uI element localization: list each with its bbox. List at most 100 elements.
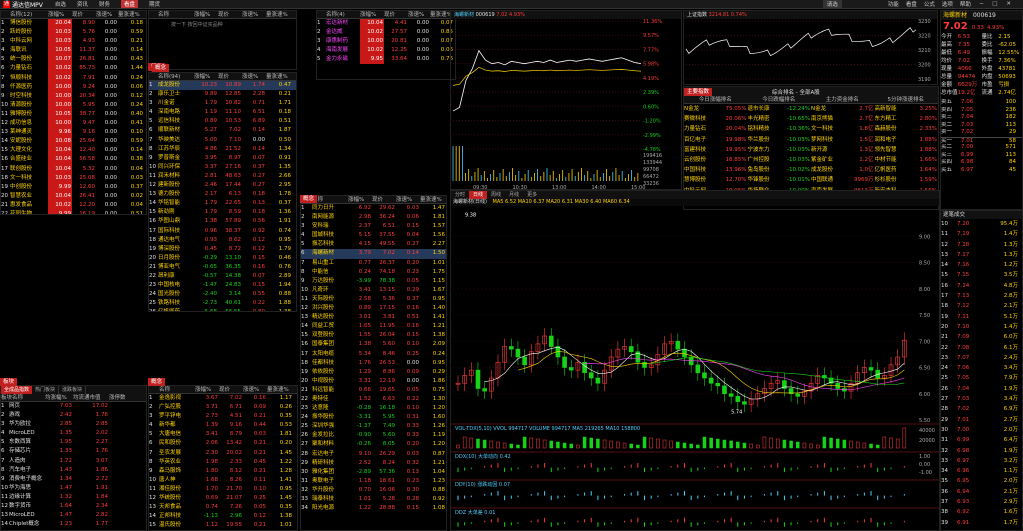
table-row[interactable]: 10 清源股份 10.00 5.95 0.00 0.24 xyxy=(1,100,146,110)
order-row[interactable]: 卖二 7.03 113 xyxy=(941,122,1022,130)
table-row[interactable]: 17 联创股份 10.04 5.32 0.00 0.04 xyxy=(1,164,146,174)
table-row[interactable]: 17 太阳电缆 5.34 8.46 0.25 0.24 xyxy=(301,350,446,359)
table-row[interactable]: 20 智慧农业 10.04 26.41 0.00 0.02 xyxy=(1,191,146,201)
table-row[interactable]: 14 同益工贸 1.65 11.95 0.16 1.21 xyxy=(301,322,446,331)
col-header[interactable]: 涨速% xyxy=(96,11,118,18)
table-row[interactable]: 12 建新股份 2.46 17.44 0.27 2.95 xyxy=(149,181,296,190)
col-header[interactable]: 均流通市值 xyxy=(73,394,109,401)
ranking-col-header[interactable]: 今日跌幅排名 xyxy=(748,96,812,103)
table-row[interactable]: 20 中视股份 3.31 12.19 0.00 1.86 xyxy=(301,377,446,386)
table-row[interactable]: 26 金发拉比 -0.90 5.60 0.33 1.19 xyxy=(301,431,446,440)
table-row[interactable]: 14 Chiplet概念 1.23 1.77 xyxy=(1,520,146,529)
candle[interactable] xyxy=(735,396,741,402)
table-row[interactable]: 22 昂利康 -0.57 14.38 0.07 2.89 xyxy=(149,272,296,281)
ranking-row[interactable]: 力量钻石 20.04% 铭科精技 -10.36% 文一科技 1.8亿 森赫股份 2.33% xyxy=(684,124,938,134)
menu-item-2[interactable]: 公式 xyxy=(924,0,935,8)
table-row[interactable]: 21 惠发食品 10.02 12.20 0.00 0.04 xyxy=(1,200,146,210)
col-header[interactable] xyxy=(149,386,159,393)
nav-item-0[interactable]: 自选 xyxy=(55,0,66,8)
candle[interactable] xyxy=(675,340,681,350)
table-row[interactable]: 29 精研科技 2.52 8.24 0.32 1.21 xyxy=(301,459,446,468)
candle[interactable] xyxy=(588,372,594,379)
candle[interactable] xyxy=(695,364,701,374)
kline-tab-2[interactable]: 周线 xyxy=(487,191,505,199)
col-header[interactable]: 现价 xyxy=(384,11,408,18)
table-row[interactable]: 14 正邦科技 -1.13 2.96 0.12 1.38 xyxy=(149,512,297,521)
table-row[interactable]: 1 金逸影视 3.67 7.02 0.16 1.17 xyxy=(149,394,297,403)
table-row[interactable]: 22 奥特佳 1.52 6.63 0.22 1.30 xyxy=(301,395,446,404)
col-header[interactable]: 量涨速% xyxy=(267,386,293,393)
order-row[interactable]: 卖三 7.04 182 xyxy=(941,114,1022,122)
sector-tab-2[interactable]: 涨跌板块 xyxy=(59,386,87,394)
candle[interactable] xyxy=(795,393,801,397)
table-row[interactable]: 34 阳光电源 1.22 28.88 0.15 1.08 xyxy=(301,504,446,513)
table-row[interactable]: 4 海南发展 10.02 12.25 0.00 0.06 xyxy=(317,46,455,56)
table-row[interactable]: 5 大唐电信 3.41 8.79 0.03 1.81 xyxy=(149,430,297,439)
ranking-row[interactable]: 赛微科技 20.06% 丰光精密 -10.65% 南京熊猫 2.7亿 东方精工 2.80% xyxy=(684,114,938,124)
table-row[interactable]: 8 江苏华辰 4.86 21.52 0.14 1.34 xyxy=(149,145,296,154)
kline-panel[interactable]: 分时 日线 周线 月线 更多 海螺新材(日线) MA5 6.52 MA10 6.37 M… xyxy=(450,190,940,531)
col-header[interactable]: 涨幅% xyxy=(48,11,72,18)
menu-item-1[interactable]: 看盘 xyxy=(906,0,917,8)
table-row[interactable]: 2 南网能源 2.98 36.24 0.06 1.81 xyxy=(301,213,446,222)
table-row[interactable]: 9 时空科技 10.00 20.34 0.00 0.12 xyxy=(1,91,146,101)
table-row[interactable]: 10 同兴环保 3.37 27.16 0.37 1.35 xyxy=(149,163,296,172)
ranking-row[interactable]: 慧博股份 12.70% 华锋股份 -10.01% 中国联通 9969万 杉杉股份 1.59% xyxy=(684,175,938,185)
table-row[interactable]: 8 仟源医药 10.00 9.24 0.00 0.06 xyxy=(1,82,146,92)
table-row[interactable]: 19 博深股份 0.45 8.72 0.12 1.79 xyxy=(149,245,296,254)
table-row[interactable]: 6 存储芯片 1.33 1.76 xyxy=(1,447,146,456)
table-row[interactable]: 11 润禾材料 2.81 48.63 0.27 2.66 xyxy=(149,172,296,181)
col-header[interactable]: 量涨速% xyxy=(420,196,446,203)
candle[interactable] xyxy=(728,393,734,397)
candle[interactable] xyxy=(568,367,574,371)
table-row[interactable]: 7 人造肉 1.72 3.07 xyxy=(1,457,146,466)
table-row[interactable]: 16 华图山鼎 1.38 57.89 0.56 1.91 xyxy=(149,217,296,226)
candle[interactable] xyxy=(702,372,707,379)
table-row[interactable]: 33 瑞泰科技 1.01 5.28 0.28 0.92 xyxy=(301,495,446,504)
candle[interactable] xyxy=(562,356,567,368)
table-row[interactable]: 1 同力日升 6.92 29.62 0.03 1.47 xyxy=(301,204,446,213)
candle[interactable] xyxy=(548,335,554,347)
table-row[interactable]: 17 国际科技 0.96 38.37 0.92 0.74 xyxy=(149,227,296,236)
table-row[interactable]: 6 顺联新材 5.27 7.02 0.14 1.87 xyxy=(149,126,296,135)
table-row[interactable]: 2 广弘控股 3.71 6.71 0.09 0.26 xyxy=(149,403,297,412)
user-label[interactable]: 请选 xyxy=(822,0,842,8)
table-row[interactable]: 12 数字货币 1.64 2.34 xyxy=(1,502,146,511)
col-header[interactable]: 板块名称 xyxy=(1,394,45,401)
table-row[interactable]: 9 消费电子概念 1.34 2.72 xyxy=(1,475,146,484)
table-row[interactable]: 23 达意隆 -0.28 16.18 0.10 1.20 xyxy=(301,404,446,413)
index-chart[interactable]: 上证指数 3214.81 0.74% 3230 3220 3210 3200 3190 xyxy=(683,10,938,85)
table-row[interactable]: 19 依依股份 1.29 8.86 0.09 0.29 xyxy=(301,368,446,377)
table-row[interactable]: 15 双登股份 1.55 26.04 0.15 1.38 xyxy=(301,331,446,340)
table-row[interactable]: 5 金力永磁 9.95 33.64 0.00 0.76 xyxy=(317,55,455,65)
kline-tab-0[interactable]: 分时 xyxy=(451,191,469,199)
table-row[interactable]: 8 中能信 0.24 74.18 0.23 1.75 xyxy=(301,268,446,277)
table-row[interactable]: 4 海联讯 10.05 11.37 0.00 0.14 xyxy=(1,46,146,56)
table-row[interactable]: 10 唐人神 1.68 8.26 0.11 1.41 xyxy=(149,476,297,485)
table-row[interactable]: 12 成功信息 10.00 9.47 0.00 0.41 xyxy=(1,119,146,129)
table-row[interactable]: 5 远信科技 0.89 10.53 6.89 0.51 xyxy=(149,117,296,126)
col-header[interactable]: 名称(4) xyxy=(326,11,360,18)
order-row[interactable]: 卖五 7.06 100 xyxy=(941,99,1022,107)
table-row[interactable]: 13 天邦食品 0.74 7.26 0.05 0.35 xyxy=(149,503,297,512)
table-row[interactable]: 11 雅博股份 10.05 38.77 0.00 0.40 xyxy=(1,109,146,120)
table-row[interactable]: 15 新劲刚 1.79 8.59 0.18 1.36 xyxy=(149,208,296,217)
col-header[interactable]: 涨幅% xyxy=(194,73,218,80)
col-header[interactable]: 均涨幅% xyxy=(45,394,73,401)
table-row[interactable]: 25 铁路科技 -2.73 40.61 0.22 1.88 xyxy=(149,299,296,308)
col-header[interactable] xyxy=(149,73,158,80)
table-row[interactable]: 7 圣农发展 2.30 20.02 0.21 1.45 xyxy=(149,449,297,458)
table-row[interactable]: 9 罗普斯金 3.95 8.97 0.07 0.91 xyxy=(149,154,296,163)
table-row[interactable]: 6 海螺新材 3.79 7.02 0.14 1.50 xyxy=(301,249,446,259)
table-row[interactable]: 2 跃岭股份 10.03 5.76 0.00 0.59 xyxy=(1,28,146,38)
menu-item-4[interactable]: 帮助 xyxy=(960,0,971,8)
table-row[interactable]: 3 中科云网 10.03 4.93 0.00 0.21 xyxy=(1,37,146,47)
table-row[interactable]: 3 康惠制药 10.00 20.81 0.00 0.07 xyxy=(317,37,455,47)
table-row[interactable]: 4 国城科技 5.15 37.55 0.04 1.56 xyxy=(301,231,446,240)
table-row[interactable]: 4 MicroLED 1.35 2.02 xyxy=(1,429,146,438)
candle[interactable] xyxy=(595,377,601,384)
order-row[interactable]: 买四 6.98 84 xyxy=(941,159,1022,167)
col-header[interactable]: 量涨速% xyxy=(266,11,292,18)
order-row[interactable]: 买一 7.01 58 xyxy=(941,136,1022,145)
table-row[interactable]: 30 雅化集团 -2.89 57.36 0.13 1.04 xyxy=(301,468,446,477)
